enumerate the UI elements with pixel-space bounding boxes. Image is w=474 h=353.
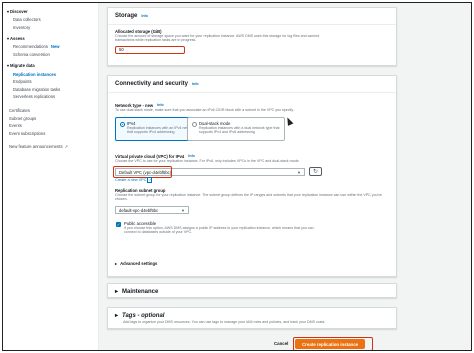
storage-title: Storage bbox=[115, 13, 138, 19]
caret-right-icon: ▸ bbox=[115, 313, 119, 319]
external-link-icon: ↗ bbox=[64, 144, 68, 150]
storage-header: Storage Info bbox=[108, 8, 396, 25]
subnet-group-select[interactable]: default-vpc-d4ebf5bc ▼ bbox=[115, 206, 189, 214]
cancel-button[interactable]: Cancel bbox=[274, 341, 288, 346]
sidebar-item-endpoints[interactable]: Endpoints bbox=[3, 78, 98, 86]
caret-down-icon: ▼ bbox=[297, 169, 301, 175]
sidebar-section-assess[interactable]: ▾ Assess bbox=[3, 34, 98, 43]
connectivity-info-link[interactable]: Info bbox=[192, 82, 199, 86]
dual-stack-option[interactable]: Dual-stack mode Replication instances wi… bbox=[187, 117, 285, 141]
new-badge: New bbox=[50, 44, 60, 50]
dual-stack-desc: Replication instances with a dual networ… bbox=[199, 126, 280, 135]
sidebar-item-schema-conversion[interactable]: Schema conversion bbox=[3, 51, 98, 59]
network-type-desc: To use dual stack mode, make sure that y… bbox=[115, 108, 294, 112]
sidebar-item-database-migration-tasks[interactable]: Database migration tasks bbox=[3, 86, 98, 94]
sidebar-item-replication-instances[interactable]: Replication instances bbox=[3, 70, 98, 78]
sidebar-item-events[interactable]: Events bbox=[3, 122, 98, 130]
create-vpc-link[interactable]: Create a new VPC ↗ bbox=[115, 177, 152, 183]
subnet-group-desc: Choose the subnet group for your replica… bbox=[115, 193, 383, 202]
public-accessible-checkbox[interactable]: ✓ bbox=[116, 222, 121, 227]
ipv4-radio[interactable] bbox=[120, 122, 125, 127]
vpc-desc: Choose the VPC to use for your replicati… bbox=[115, 159, 300, 163]
connectivity-header: Connectivity and security Info bbox=[108, 76, 396, 93]
storage-panel: Storage Info Allocated storage (GiB) Choo… bbox=[107, 7, 397, 66]
sidebar-item-serverless-replications[interactable]: Serverless replications bbox=[3, 93, 98, 101]
tags-panel: ▸ Tags - optional Add tags to organize yo… bbox=[107, 307, 397, 329]
external-link-icon: ↗ bbox=[147, 177, 152, 183]
vpc-highlight bbox=[113, 166, 172, 178]
maintenance-expander[interactable]: ▸ Maintenance bbox=[108, 284, 396, 299]
allocated-storage-desc: Choose the amount of storage space you w… bbox=[115, 34, 320, 43]
tags-expander[interactable]: ▸ Tags - optional bbox=[115, 312, 389, 320]
maintenance-panel: ▸ Maintenance bbox=[107, 283, 397, 298]
refresh-icon[interactable]: ↻ bbox=[309, 167, 322, 176]
connectivity-panel: Connectivity and security Info Network ty… bbox=[107, 75, 397, 277]
sidebar-item-subnet-groups[interactable]: Subnet groups bbox=[3, 114, 98, 122]
main-content: Storage Info Allocated storage (GiB) Choo… bbox=[107, 3, 397, 350]
dual-stack-radio[interactable] bbox=[192, 122, 197, 127]
caret-right-icon: ▸ bbox=[115, 261, 118, 266]
sidebar-item-event-subscriptions[interactable]: Event subscriptions bbox=[3, 130, 98, 138]
sidebar-item-announcements[interactable]: New feature announcements ↗ bbox=[3, 143, 98, 151]
sidebar: ▾ Discover Data collectors Inventory ▾ Ass… bbox=[3, 3, 99, 350]
network-type-radio-group: IPv4 Replication instances with an IPv4 … bbox=[115, 117, 391, 143]
connectivity-title: Connectivity and security bbox=[115, 81, 189, 87]
caret-right-icon: ▸ bbox=[115, 289, 119, 295]
sidebar-item-recommendations[interactable]: Recommendations New bbox=[3, 43, 98, 51]
storage-info-link[interactable]: Info bbox=[141, 14, 148, 18]
sidebar-item-data-collectors[interactable]: Data collectors bbox=[3, 16, 98, 24]
allocated-storage-input[interactable]: 50 bbox=[115, 45, 185, 54]
sidebar-section-migrate-data[interactable]: ▾ Migrate data bbox=[3, 61, 98, 70]
caret-down-icon: ▾ bbox=[7, 9, 10, 14]
caret-down-icon: ▾ bbox=[7, 36, 10, 42]
tags-desc: Add tags to organize your DMS resources.… bbox=[123, 320, 326, 324]
sidebar-section-discover[interactable]: ▾ Discover bbox=[3, 7, 98, 16]
create-replication-instance-button[interactable]: Create replication instance bbox=[295, 339, 366, 349]
caret-down-icon: ▼ bbox=[181, 207, 185, 213]
caret-down-icon: ▾ bbox=[7, 63, 10, 69]
sidebar-item-certificates[interactable]: Certificates bbox=[3, 107, 98, 115]
public-accessible-desc: If you choose this option, AWS DMS assig… bbox=[124, 226, 314, 235]
advanced-settings-expander[interactable]: ▸ Advanced settings bbox=[115, 261, 157, 266]
app-frame: ▾ Discover Data collectors Inventory ▾ Ass… bbox=[2, 2, 472, 351]
sidebar-item-inventory[interactable]: Inventory bbox=[3, 24, 98, 32]
